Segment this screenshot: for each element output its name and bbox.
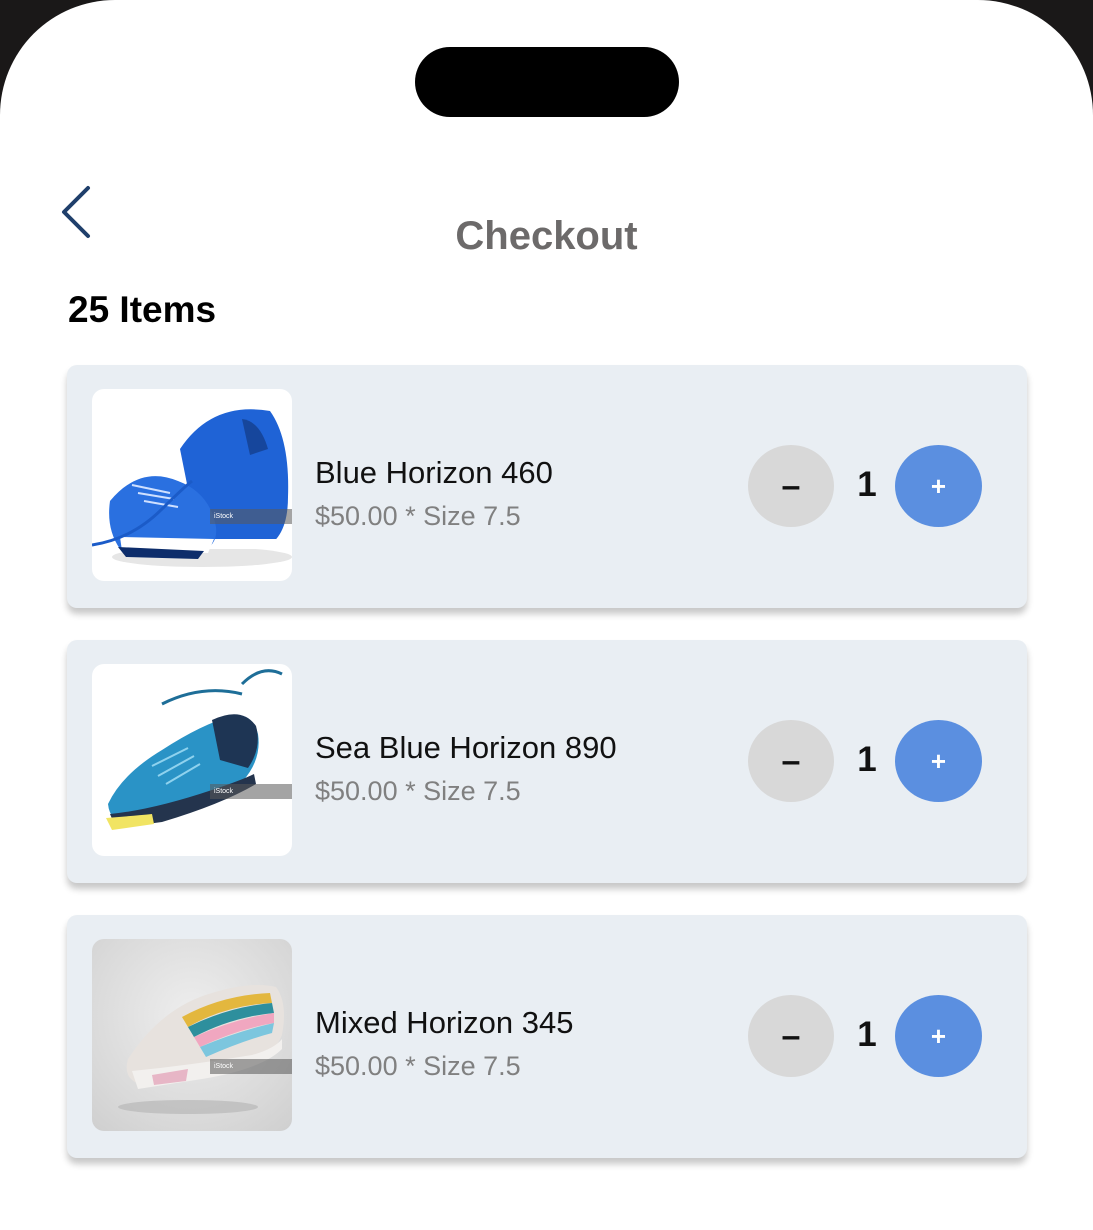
dynamic-island xyxy=(415,47,679,117)
quantity-value: 1 xyxy=(857,740,877,779)
page-title: Checkout xyxy=(455,214,638,258)
item-name: Blue Horizon 460 xyxy=(315,455,553,490)
watermark-tag: iStock xyxy=(210,784,292,799)
increase-quantity-button[interactable]: + xyxy=(895,995,982,1077)
item-name: Sea Blue Horizon 890 xyxy=(315,730,617,765)
cart-item: iStock Sea Blue Horizon 890 $50.00 * Siz… xyxy=(67,640,1027,883)
cart-item: iStock Mixed Horizon 345 $50.00 * Size 7… xyxy=(67,915,1027,1158)
product-image: iStock xyxy=(92,939,292,1131)
product-image: iStock xyxy=(92,389,292,581)
watermark-tag: iStock xyxy=(210,1059,292,1074)
phone-screen: Checkout 25 Items iStock Blue Horizon 46… xyxy=(0,0,1093,1230)
item-price-size: $50.00 * Size 7.5 xyxy=(315,1051,521,1081)
product-image: iStock xyxy=(92,664,292,856)
increase-quantity-button[interactable]: + xyxy=(895,720,982,802)
item-name: Mixed Horizon 345 xyxy=(315,1005,574,1040)
decrease-quantity-button[interactable]: – xyxy=(748,720,834,802)
items-count: 25 Items xyxy=(68,289,217,330)
increase-quantity-button[interactable]: + xyxy=(895,445,982,527)
item-price-size: $50.00 * Size 7.5 xyxy=(315,776,521,806)
watermark-tag: iStock xyxy=(210,509,292,524)
cart-item: iStock Blue Horizon 460 $50.00 * Size 7.… xyxy=(67,365,1027,608)
quantity-value: 1 xyxy=(857,1015,877,1054)
item-price-size: $50.00 * Size 7.5 xyxy=(315,501,521,531)
decrease-quantity-button[interactable]: – xyxy=(748,995,834,1077)
decrease-quantity-button[interactable]: – xyxy=(748,445,834,527)
quantity-value: 1 xyxy=(857,465,877,504)
